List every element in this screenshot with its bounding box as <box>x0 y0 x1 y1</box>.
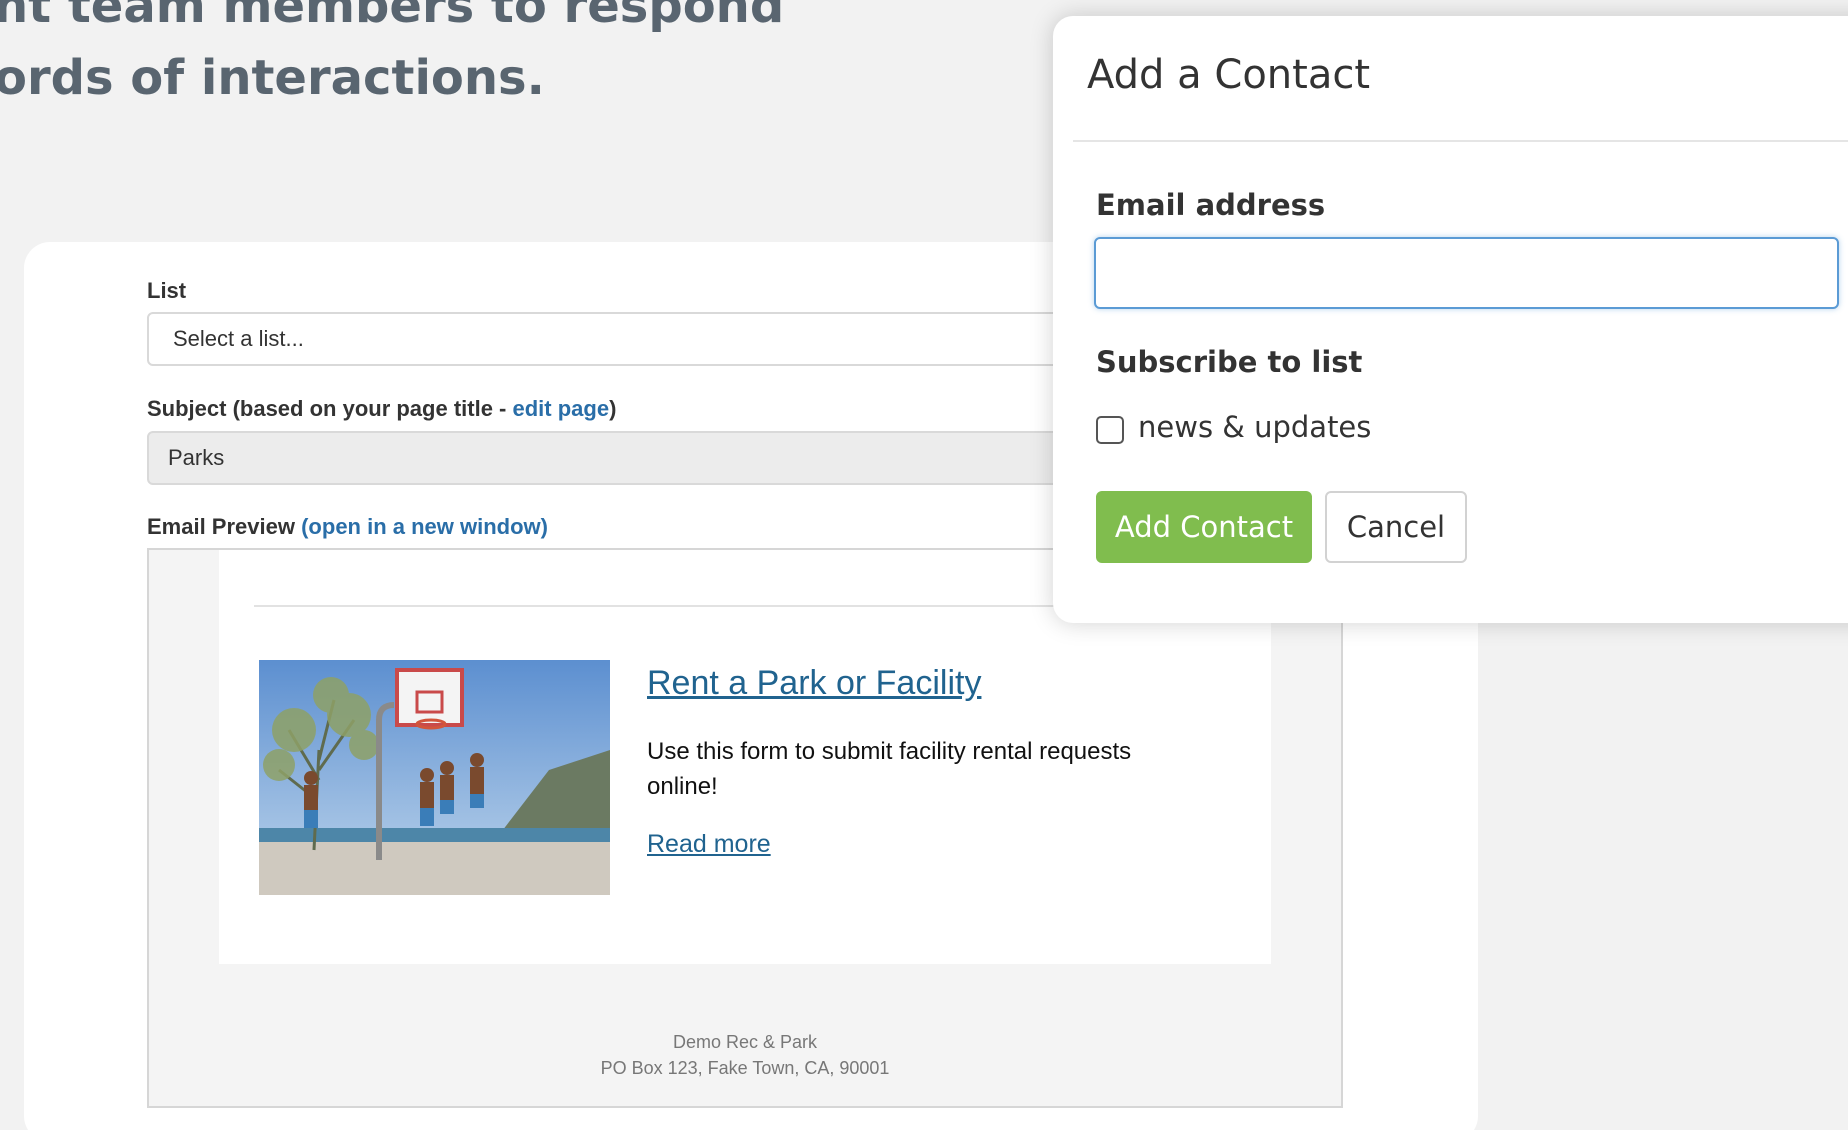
subject-label-suffix: ) <box>609 396 617 421</box>
subject-label: Subject (based on your page title - edit… <box>147 396 616 422</box>
modal-divider <box>1073 140 1848 142</box>
email-footer-org: Demo Rec & Park <box>672 1032 818 1052</box>
basketball-court-photo-icon <box>259 660 610 895</box>
news-updates-checkbox[interactable] <box>1096 416 1124 444</box>
email-address-label: Email address <box>1096 188 1326 222</box>
email-preview-frame: Rent a Park or Facility Use this form to… <box>147 548 1343 1108</box>
screen: nt team members to respond ords of inter… <box>0 0 1848 1130</box>
add-contact-modal: Add a Contact Email address Subscribe to… <box>1053 16 1848 623</box>
subject-label-text: Subject (based on your page title - <box>147 396 513 421</box>
open-new-window-link[interactable]: (open in a new window) <box>301 514 548 539</box>
edit-page-link[interactable]: edit page <box>513 396 610 421</box>
email-address-input[interactable] <box>1094 237 1839 309</box>
background-headline: nt team members to respond ords of inter… <box>0 0 785 114</box>
subscribe-to-list-label: Subscribe to list <box>1096 345 1363 379</box>
read-more-link[interactable]: Read more <box>647 830 771 859</box>
email-footer-address: PO Box 123, Fake Town, CA, 90001 <box>600 1058 890 1078</box>
email-preview-label: Email Preview (open in a new window) <box>147 514 548 540</box>
list-label: List <box>147 278 187 303</box>
email-item-title-link[interactable]: Rent a Park or Facility <box>647 664 981 703</box>
headline-line-1: nt team members to respond <box>0 0 785 34</box>
news-updates-label[interactable]: news & updates <box>1138 410 1371 444</box>
headline-line-2: ords of interactions. <box>0 50 545 106</box>
email-item-description: Use this form to submit facility rental … <box>647 738 1132 800</box>
cancel-button[interactable]: Cancel <box>1325 491 1467 563</box>
basketball-photo-svg <box>259 660 610 895</box>
add-contact-button[interactable]: Add Contact <box>1096 491 1312 563</box>
email-preview-label-text: Email Preview <box>147 514 295 539</box>
modal-title: Add a Contact <box>1087 52 1371 98</box>
